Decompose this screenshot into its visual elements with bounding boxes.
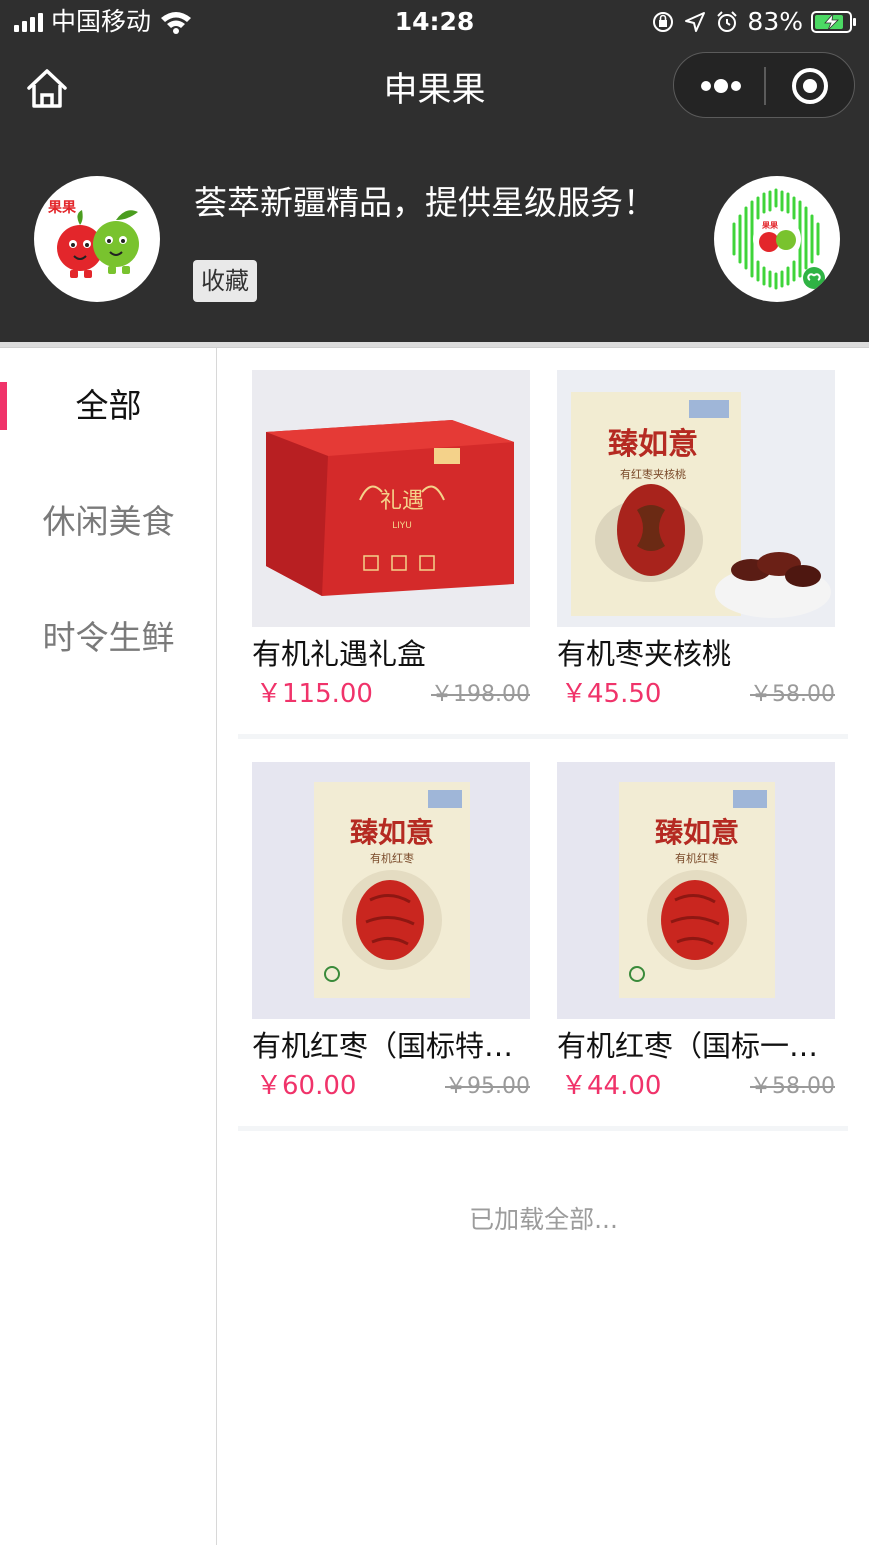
product-name[interactable]: 有机礼遇礼盒 xyxy=(252,634,530,674)
shop-header: 果果 荟萃新疆精品，提供星级服务！ 收藏 果果 xyxy=(0,134,869,342)
product-image-sublabel: 有红枣夹核桃 xyxy=(620,467,686,481)
category-item-snacks[interactable]: 休闲美食 xyxy=(0,482,217,562)
product-grid: 礼遇 LIYU 有机礼遇礼盒 ￥115.00 ￥198.00 臻如意 有红枣夹核… xyxy=(218,348,869,1545)
product-image-label: 礼遇 xyxy=(380,489,424,514)
svg-text:果果: 果果 xyxy=(761,221,778,230)
product-image-sublabel: LIYU xyxy=(392,521,412,531)
mini-program-capsule xyxy=(673,52,855,118)
status-bar: 中国移动 14:28 83% xyxy=(0,0,869,44)
more-icon[interactable] xyxy=(674,53,764,119)
product-image[interactable]: 臻如意 有机红枣 xyxy=(252,762,530,1019)
product-name[interactable]: 有机枣夹核桃 xyxy=(557,634,835,674)
product-price: ￥115.00 xyxy=(256,679,373,709)
product-price: ￥60.00 xyxy=(256,1071,357,1101)
row-divider xyxy=(238,1126,848,1131)
product-original-price: ￥198.00 xyxy=(431,682,530,707)
favorite-button[interactable]: 收藏 xyxy=(193,260,257,302)
product-original-price: ￥58.00 xyxy=(750,1074,835,1099)
product-image[interactable]: 臻如意 有机红枣 xyxy=(557,762,835,1019)
status-right: 83% xyxy=(651,6,857,38)
row-divider xyxy=(238,734,848,739)
load-complete-text: 已加载全部... xyxy=(469,1205,618,1234)
mini-program-code[interactable]: 果果 xyxy=(714,176,840,302)
category-item-fresh[interactable]: 时令生鲜 xyxy=(0,598,217,678)
category-sidebar: 全部 休闲美食 时令生鲜 xyxy=(0,348,217,1545)
product-image-label: 臻如意 xyxy=(608,427,698,462)
alarm-icon xyxy=(717,11,738,32)
product-price: ￥45.50 xyxy=(561,679,662,709)
nav-bar: 申果果 xyxy=(0,44,869,134)
product-name[interactable]: 有机红枣（国标特… xyxy=(252,1026,530,1066)
product-image-sublabel: 有机红枣 xyxy=(370,851,414,865)
product-image-sublabel: 有机红枣 xyxy=(675,851,719,865)
product-image[interactable]: 臻如意 有红枣夹核桃 xyxy=(557,370,835,627)
product-image-label: 臻如意 xyxy=(350,816,434,849)
battery-charging-icon xyxy=(811,11,856,33)
product-original-price: ￥95.00 xyxy=(445,1074,530,1099)
shop-logo: 果果 xyxy=(34,176,160,302)
product-image[interactable]: 礼遇 LIYU xyxy=(252,370,530,627)
product-image-label: 臻如意 xyxy=(655,816,739,849)
rotation-lock-icon xyxy=(653,12,674,32)
location-icon xyxy=(685,12,706,32)
product-original-price: ￥58.00 xyxy=(750,682,835,707)
product-price: ￥44.00 xyxy=(561,1071,662,1101)
product-name[interactable]: 有机红枣（国标一… xyxy=(557,1026,835,1066)
qr-code-icon: 果果 xyxy=(732,188,825,290)
fruit-mascot-logo: 果果 xyxy=(47,199,139,278)
category-item-all[interactable]: 全部 xyxy=(0,366,217,446)
shop-slogan: 荟萃新疆精品，提供星级服务！ xyxy=(194,183,656,222)
svg-text:果果: 果果 xyxy=(47,199,77,215)
battery-percent: 83% xyxy=(747,7,803,36)
close-icon[interactable] xyxy=(766,53,854,119)
